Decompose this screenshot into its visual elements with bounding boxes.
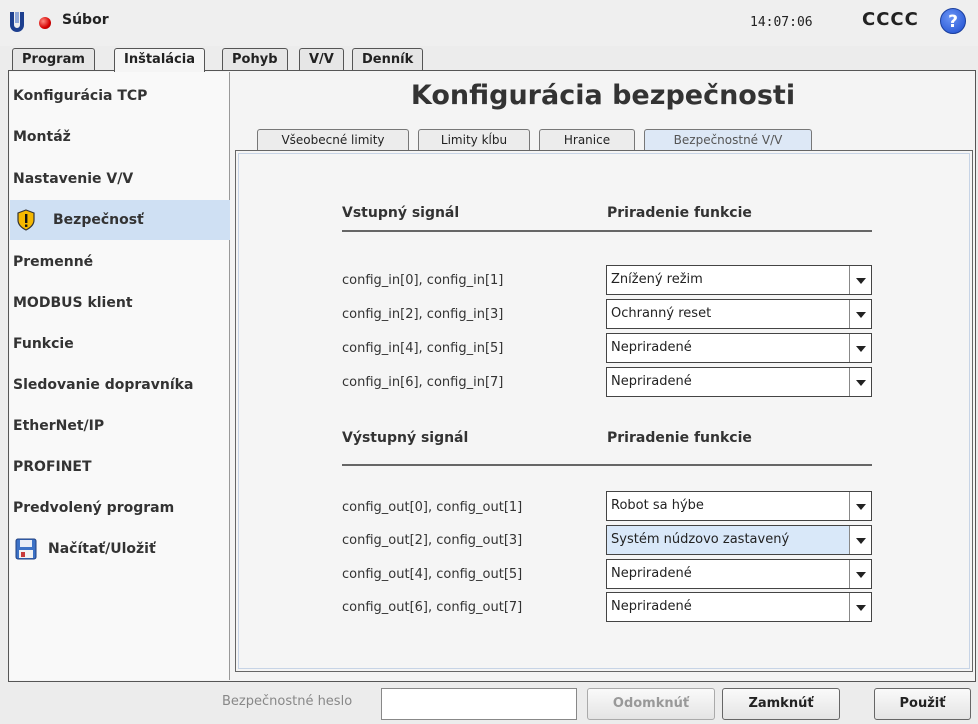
sidebar-item-label: Konfigurácia TCP	[13, 88, 148, 104]
sidebar-item-modbus[interactable]: MODBUS klient	[10, 283, 230, 323]
title-bar: Súbor 14:07:06 CCCC ?	[0, 0, 978, 46]
output-signal-label: config_out[2], config_out[3]	[342, 533, 523, 548]
dropdown-button[interactable]	[849, 266, 871, 294]
sidebar-item-label: EtherNet/IP	[13, 418, 105, 434]
dropdown-value: Znížený režim	[611, 272, 703, 287]
input-header-divider	[342, 230, 872, 232]
output-signal-label: config_out[0], config_out[1]	[342, 500, 523, 515]
input-signal-label: config_in[0], config_in[1]	[342, 273, 504, 288]
sidebar-item-label: Bezpečnosť	[53, 212, 144, 228]
sidebar-item-label: PROFINET	[13, 459, 92, 475]
input-function-dropdown[interactable]: Nepriradené	[606, 333, 872, 363]
tab-installation[interactable]: Inštalácia	[114, 48, 205, 72]
dropdown-button[interactable]	[849, 368, 871, 396]
sidebar-item-label: MODBUS klient	[13, 295, 133, 311]
help-icon[interactable]: ?	[940, 8, 966, 34]
clock: 14:07:06	[750, 15, 813, 30]
sidebar-item-load-save[interactable]: Načítať/Uložiť	[10, 529, 230, 569]
sidebar-item-io-setup[interactable]: Nastavenie V/V	[10, 159, 230, 199]
sidebar-item-mounting[interactable]: Montáž	[10, 117, 230, 157]
dropdown-value: Nepriradené	[611, 566, 692, 581]
safety-password-label: Bezpečnostné heslo	[222, 694, 353, 709]
sidebar-item-variables[interactable]: Premenné	[10, 242, 230, 282]
input-function-dropdown[interactable]: Nepriradené	[606, 367, 872, 397]
dropdown-button[interactable]	[849, 560, 871, 588]
dropdown-button[interactable]	[849, 300, 871, 328]
input-signal-header: Vstupný signál	[342, 205, 460, 221]
dropdown-value: Robot sa hýbe	[611, 498, 704, 513]
sidebar-item-profinet[interactable]: PROFINET	[10, 447, 230, 487]
tab-program[interactable]: Program	[12, 48, 95, 71]
dropdown-value: Nepriradené	[611, 340, 692, 355]
sidebar-item-label: Predvolený program	[13, 500, 175, 516]
sidebar-item-features[interactable]: Funkcie	[10, 324, 230, 364]
output-signal-label: config_out[6], config_out[7]	[342, 600, 523, 615]
dropdown-button[interactable]	[849, 526, 871, 554]
unlock-button[interactable]: Odomknúť	[587, 688, 715, 720]
tab-log[interactable]: Denník	[352, 48, 424, 71]
tab-joint-limits[interactable]: Limity kĺbu	[418, 129, 530, 151]
dropdown-value: Nepriradené	[611, 599, 692, 614]
chevron-down-icon	[856, 538, 866, 544]
sidebar: Konfigurácia TCP Montáž Nastavenie V/V B…	[10, 72, 230, 680]
sidebar-item-label: Načítať/Uložiť	[48, 541, 156, 557]
sidebar-item-label: Nastavenie V/V	[13, 171, 134, 187]
output-function-header: Priradenie funkcie	[607, 430, 752, 446]
dropdown-value: Nepriradené	[611, 374, 692, 389]
robot-name: CCCC	[862, 9, 919, 30]
apply-button[interactable]: Použiť	[874, 688, 971, 720]
chevron-down-icon	[856, 605, 866, 611]
output-function-dropdown[interactable]: Nepriradené	[606, 592, 872, 622]
lock-button[interactable]: Zamknúť	[722, 688, 840, 720]
sidebar-item-label: Montáž	[13, 129, 71, 145]
sidebar-item-conveyor[interactable]: Sledovanie dopravníka	[10, 365, 230, 405]
page-title: Konfigurácia bezpečnosti	[410, 80, 796, 111]
output-function-dropdown[interactable]: Systém núdzovo zastavený	[606, 525, 872, 555]
universal-robots-logo	[10, 12, 24, 32]
floppy-disk-icon	[15, 538, 37, 560]
output-function-dropdown[interactable]: Robot sa hýbe	[606, 491, 872, 521]
input-function-dropdown[interactable]: Znížený režim	[606, 265, 872, 295]
tab-move[interactable]: Pohyb	[222, 48, 288, 71]
chevron-down-icon	[856, 278, 866, 284]
robot-status-indicator	[39, 17, 51, 29]
input-function-dropdown[interactable]: Ochranný reset	[606, 299, 872, 329]
output-signal-label: config_out[4], config_out[5]	[342, 567, 523, 582]
chevron-down-icon	[856, 380, 866, 386]
chevron-down-icon	[856, 312, 866, 318]
input-signal-label: config_in[4], config_in[5]	[342, 341, 504, 356]
input-signal-label: config_in[6], config_in[7]	[342, 375, 504, 390]
sidebar-item-default-program[interactable]: Predvolený program	[10, 488, 230, 528]
sidebar-item-label: Sledovanie dopravníka	[13, 377, 194, 393]
output-function-dropdown[interactable]: Nepriradené	[606, 559, 872, 589]
safety-password-input[interactable]	[381, 688, 577, 720]
dropdown-button[interactable]	[849, 593, 871, 621]
warning-shield-icon	[17, 209, 35, 231]
sidebar-item-tcp[interactable]: Konfigurácia TCP	[10, 76, 230, 116]
dropdown-value: Ochranný reset	[611, 306, 712, 321]
tab-general-limits[interactable]: Všeobecné limity	[257, 129, 409, 151]
tab-io[interactable]: V/V	[299, 48, 344, 71]
input-signal-label: config_in[2], config_in[3]	[342, 307, 504, 322]
file-menu[interactable]: Súbor	[62, 12, 109, 28]
chevron-down-icon	[856, 504, 866, 510]
output-header-divider	[342, 464, 872, 466]
output-signal-header: Výstupný signál	[342, 430, 469, 446]
dropdown-button[interactable]	[849, 492, 871, 520]
chevron-down-icon	[856, 572, 866, 578]
sidebar-item-label: Premenné	[13, 254, 94, 270]
tab-boundaries[interactable]: Hranice	[539, 129, 635, 151]
chevron-down-icon	[856, 346, 866, 352]
sidebar-item-label: Funkcie	[13, 336, 74, 352]
sidebar-item-safety[interactable]: Bezpečnosť	[10, 200, 230, 240]
sidebar-item-ethernetip[interactable]: EtherNet/IP	[10, 406, 230, 446]
dropdown-button[interactable]	[849, 334, 871, 362]
input-function-header: Priradenie funkcie	[607, 205, 752, 221]
dropdown-value: Systém núdzovo zastavený	[611, 532, 790, 547]
tab-safety-io[interactable]: Bezpečnostné V/V	[644, 129, 812, 151]
